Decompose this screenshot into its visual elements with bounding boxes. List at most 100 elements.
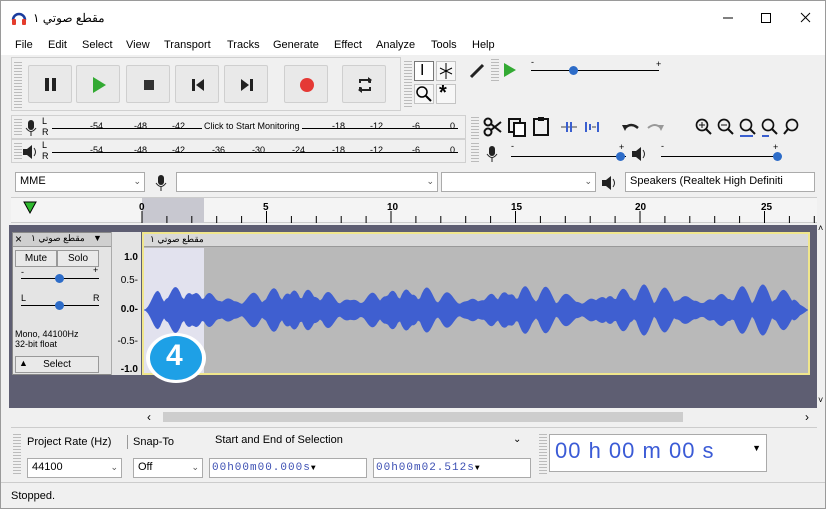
envelope-icon — [439, 63, 453, 79]
record-volume-plus: + — [619, 142, 625, 152]
cut-icon[interactable] — [483, 117, 503, 137]
app-icon — [11, 10, 27, 26]
toolbar-grip — [13, 434, 21, 476]
loop-button[interactable] — [342, 65, 386, 103]
skip-end-button[interactable] — [224, 65, 268, 103]
scroll-thumb[interactable] — [163, 412, 683, 422]
play-volume-minus: - — [661, 141, 664, 151]
menu-select[interactable]: Select — [82, 39, 113, 51]
menu-view[interactable]: View — [126, 39, 150, 51]
close-icon[interactable] — [791, 9, 821, 27]
recording-device-select[interactable]: ⌄ — [176, 172, 438, 192]
play-volume-thumb[interactable] — [773, 152, 782, 161]
ruler-label: 5 — [263, 202, 269, 213]
scale-label: 0.0- — [120, 304, 138, 315]
status-text: Stopped. — [11, 490, 56, 502]
paste-icon[interactable] — [531, 116, 551, 136]
menu-tracks[interactable]: Tracks — [227, 39, 260, 51]
horizontal-scrollbar[interactable]: ‹ › — [141, 410, 816, 424]
zoom-out-icon[interactable] — [717, 118, 735, 136]
zoom-tool-button[interactable] — [414, 84, 434, 104]
fit-selection-icon[interactable] — [739, 118, 757, 138]
record-volume-thumb[interactable] — [616, 152, 625, 161]
track-format: Mono, 44100Hz — [15, 329, 79, 339]
play-button[interactable] — [76, 65, 120, 103]
skip-start-button[interactable] — [175, 65, 219, 103]
chevron-left-icon[interactable]: ‹ — [147, 410, 151, 424]
recording-channels-select[interactable]: ⌄ — [441, 172, 596, 192]
playback-device-select[interactable]: Speakers (Realtek High Definiti — [625, 172, 815, 192]
stop-button[interactable] — [126, 65, 170, 103]
undo-icon[interactable] — [621, 119, 641, 135]
step-number: 4 — [166, 339, 183, 372]
zoom-icon — [416, 86, 432, 102]
meter-left-label: L — [42, 116, 48, 126]
toolbar-grip[interactable] — [14, 62, 22, 108]
gain-plus: + — [93, 265, 99, 275]
pan-slider-thumb[interactable] — [55, 301, 64, 310]
silence-icon[interactable] — [583, 119, 603, 135]
audio-host-select[interactable]: MME ⌄ — [15, 172, 145, 192]
select-track-button[interactable]: ▲ Select — [15, 356, 99, 373]
redo-icon[interactable] — [645, 119, 665, 135]
microphone-icon — [155, 175, 167, 191]
toolbar-grip — [471, 143, 479, 163]
timeline-ruler[interactable]: 0 5 10 15 20 25 — [11, 197, 817, 223]
track-name[interactable]: مقطع صوتي ١ — [31, 233, 85, 244]
speaker-icon[interactable] — [22, 144, 40, 160]
meter-right-label: R — [42, 151, 49, 161]
menu-help[interactable]: Help — [472, 39, 495, 51]
menu-effect[interactable]: Effect — [334, 39, 362, 51]
chevron-down-icon: ▼ — [474, 464, 481, 473]
click-to-monitor[interactable]: Click to Start Monitoring — [202, 121, 302, 131]
envelope-tool-button[interactable] — [436, 61, 456, 81]
track-menu-icon[interactable]: ▼ — [93, 233, 102, 243]
microphone-icon[interactable] — [24, 119, 38, 137]
chevron-down-icon: ▼ — [310, 464, 317, 473]
menu-analyze[interactable]: Analyze — [376, 39, 415, 51]
selection-tool-button[interactable]: I — [414, 61, 434, 81]
time-display[interactable]: 00 h 00 m 00 s ▼ — [549, 434, 767, 472]
speed-slider-thumb[interactable] — [569, 66, 578, 75]
chevron-right-icon[interactable]: › — [805, 410, 809, 424]
clip-header[interactable]: مقطع صوتي ١ — [144, 234, 808, 247]
project-rate-select[interactable]: 44100 ⌄ — [27, 458, 122, 478]
time-display-value: 00 h 00 m 00 s — [555, 438, 715, 463]
meter-tick: -36 — [212, 145, 226, 155]
selection-format-label[interactable]: Start and End of Selection — [215, 434, 343, 446]
trim-icon[interactable] — [559, 119, 579, 135]
minimize-icon[interactable] — [713, 9, 743, 27]
menu-generate[interactable]: Generate — [273, 39, 319, 51]
maximize-icon[interactable] — [751, 9, 781, 27]
menu-file[interactable]: File — [15, 39, 33, 51]
record-button[interactable] — [284, 65, 328, 103]
zoom-toggle-icon[interactable] — [783, 118, 801, 136]
selection-start-time[interactable]: 00h00m00.000s▼ — [209, 458, 367, 478]
scale-label: -0.5- — [117, 336, 138, 347]
chevron-up-icon[interactable]: ˄ — [818, 223, 823, 233]
snap-to-select[interactable]: Off ⌄ — [133, 458, 203, 478]
mute-button[interactable]: Mute — [15, 250, 57, 267]
selection-toolbar: Project Rate (Hz) Snap-To Start and End … — [11, 427, 817, 481]
selection-end-time[interactable]: 00h00m02.512s▼ — [373, 458, 531, 478]
play-at-speed-button[interactable] — [501, 61, 521, 81]
toolbar-grip — [491, 59, 499, 81]
chevron-down-icon[interactable]: ⌄ — [513, 434, 521, 445]
menu-transport[interactable]: Transport — [164, 39, 211, 51]
draw-tool-button[interactable] — [467, 61, 487, 81]
pause-button[interactable] — [28, 65, 72, 103]
menu-edit[interactable]: Edit — [48, 39, 67, 51]
chevron-down-icon[interactable]: ˅ — [818, 395, 823, 405]
audio-clip[interactable]: مقطع صوتي ١ — [142, 232, 810, 375]
meter-tick: -54 — [90, 145, 104, 155]
copy-icon[interactable] — [507, 117, 527, 137]
close-track-icon[interactable]: × — [15, 232, 22, 246]
play-icon — [93, 77, 106, 93]
multi-tool-button[interactable]: * — [436, 82, 456, 104]
gain-slider-thumb[interactable] — [55, 274, 64, 283]
record-volume-minus: - — [511, 141, 514, 151]
menu-tools[interactable]: Tools — [431, 39, 457, 51]
fit-project-icon[interactable] — [761, 118, 779, 138]
vertical-scrollbar[interactable]: ˄ ˅ — [817, 223, 825, 408]
zoom-in-icon[interactable] — [695, 118, 713, 136]
